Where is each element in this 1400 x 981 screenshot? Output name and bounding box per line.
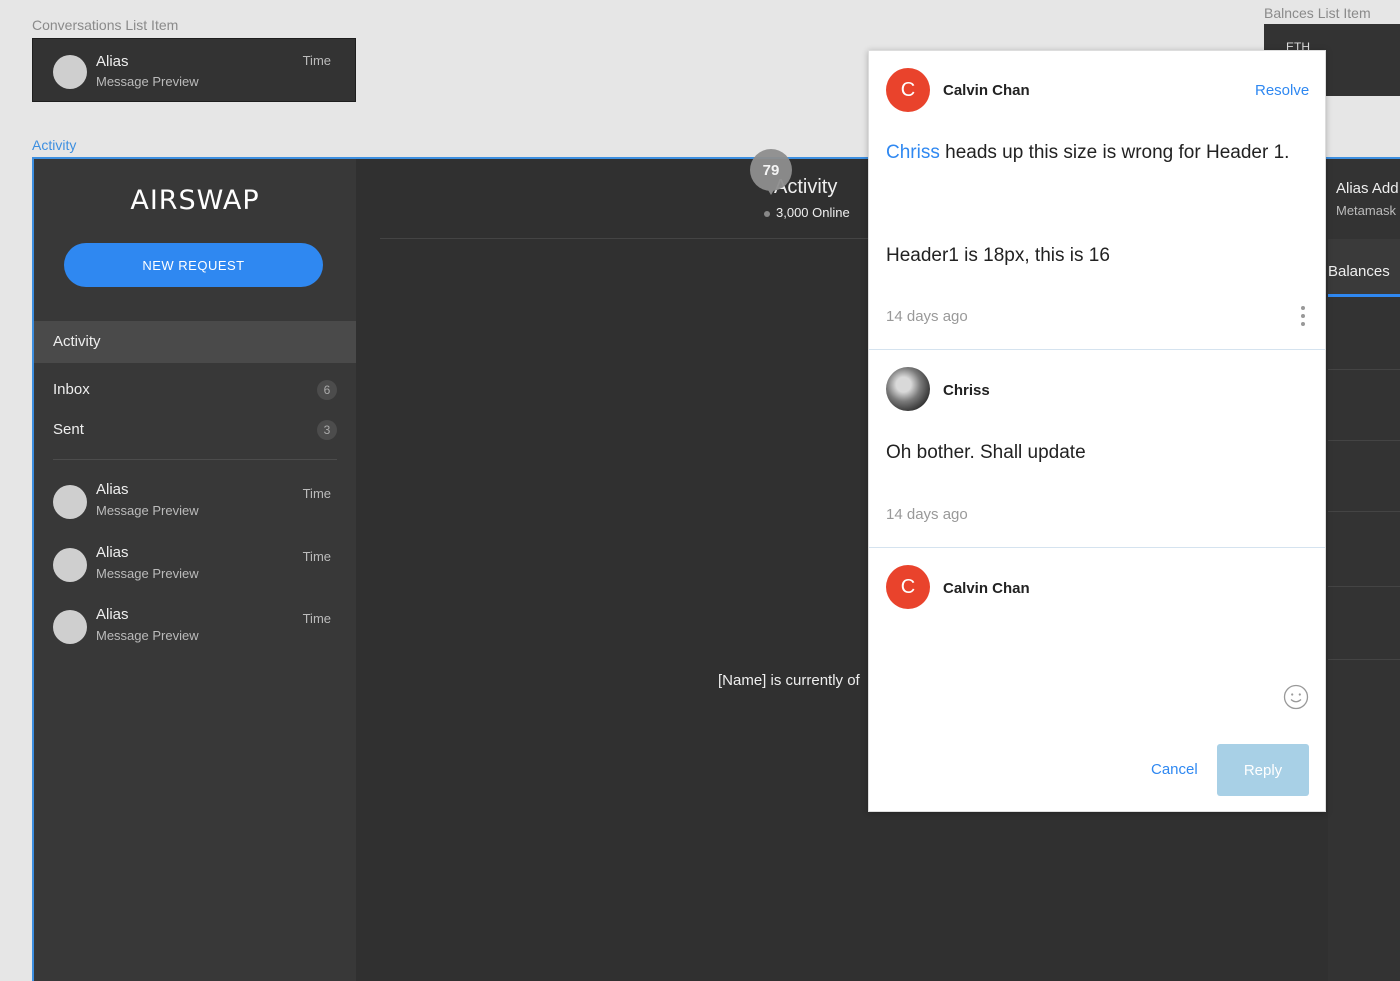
list-item[interactable]: Alias Message Preview Time [53, 481, 337, 531]
list-item-time: Time [302, 486, 331, 501]
comment-thread-popover: C Calvin Chan Resolve Chriss heads up th… [868, 50, 1326, 812]
conversation-list-item-artboard[interactable]: Alias Message Preview Time [32, 38, 356, 102]
sidebar-item-inbox[interactable]: Inbox 6 [53, 380, 337, 403]
avatar [53, 485, 87, 519]
list-item-alias: Alias [96, 481, 129, 498]
wallet-provider: Metamask [1336, 203, 1396, 218]
sent-count-badge: 3 [317, 420, 337, 440]
comment-text: Oh bother. Shall update [886, 442, 1086, 463]
conversation-preview: Message Preview [96, 74, 199, 89]
artboard-label-activity: Activity [32, 137, 77, 153]
list-item-alias: Alias [96, 544, 129, 561]
list-item-preview: Message Preview [96, 503, 199, 518]
tab-label: Balances [1328, 263, 1390, 280]
artboard-label-conversations: Conversations List Item [32, 17, 179, 33]
comment-text-line-2: Header1 is 18px, this is 16 [886, 245, 1110, 266]
list-item-time: Time [302, 611, 331, 626]
new-request-button[interactable]: NEW REQUEST [64, 243, 323, 287]
sidebar-item-label: Inbox [53, 381, 90, 398]
sidebar-item-label: Activity [53, 333, 101, 350]
list-item-time: Time [302, 549, 331, 564]
conversation-alias: Alias [96, 53, 129, 70]
airswap-logo: AIRSWAP [130, 185, 260, 216]
comment-divider [869, 547, 1325, 548]
reply-button[interactable]: Reply [1217, 744, 1309, 796]
header-divider [380, 238, 920, 239]
list-item[interactable]: Alias Message Preview Time [53, 606, 337, 656]
avatar: C [886, 68, 930, 112]
tab-balances[interactable]: Balances [1328, 239, 1400, 297]
balance-row-divider [1328, 659, 1400, 660]
comment-timestamp: 14 days ago [886, 308, 968, 325]
comment-author: Calvin Chan [943, 82, 1030, 99]
list-item-alias: Alias [96, 606, 129, 623]
sidebar-item-label: Sent [53, 421, 84, 438]
balance-row-divider [1328, 586, 1400, 587]
reply-author: Calvin Chan [943, 580, 1030, 597]
sidebar-divider [53, 459, 337, 460]
reply-input[interactable] [886, 631, 1306, 711]
sidebar-item-sent[interactable]: Sent 3 [53, 420, 337, 443]
account-alias: Alias Add [1336, 180, 1399, 197]
mention-link[interactable]: Chriss [886, 142, 940, 163]
balance-row-divider [1328, 511, 1400, 512]
resolve-button[interactable]: Resolve [1255, 82, 1309, 99]
comment-pin[interactable]: 79 [750, 149, 792, 195]
emoji-icon[interactable] [1283, 684, 1309, 710]
right-panel: Alias Add Metamask Balances [1328, 159, 1400, 981]
online-count: 3,000 Online [776, 205, 850, 220]
online-status: 3,000 Online [764, 205, 850, 220]
avatar [53, 548, 87, 582]
comment-text: Chriss heads up this size is wrong for H… [886, 136, 1306, 170]
avatar: C [886, 565, 930, 609]
offline-message: [Name] is currently of [718, 672, 860, 689]
sidebar-item-activity[interactable]: Activity [34, 321, 356, 363]
comment-author: Chriss [943, 382, 990, 399]
status-dot-icon [764, 210, 770, 217]
cancel-button[interactable]: Cancel [1151, 761, 1198, 778]
artboard-label-balances: Balnces List Item [1264, 5, 1371, 21]
conversation-time: Time [302, 53, 331, 68]
avatar [53, 55, 87, 89]
list-item[interactable]: Alias Message Preview Time [53, 544, 337, 594]
comment-text-body: heads up this size is wrong for Header 1… [939, 142, 1290, 163]
comment-timestamp: 14 days ago [886, 506, 968, 523]
list-item-preview: Message Preview [96, 628, 199, 643]
more-options-icon[interactable] [1301, 306, 1307, 332]
balance-row-divider [1328, 369, 1400, 370]
list-item-preview: Message Preview [96, 566, 199, 581]
balance-row-divider [1328, 440, 1400, 441]
inbox-count-badge: 6 [317, 380, 337, 400]
sidebar: AIRSWAP NEW REQUEST Activity Inbox 6 Sen… [34, 159, 356, 981]
comment-divider [869, 349, 1325, 350]
avatar [53, 610, 87, 644]
avatar [886, 367, 930, 411]
